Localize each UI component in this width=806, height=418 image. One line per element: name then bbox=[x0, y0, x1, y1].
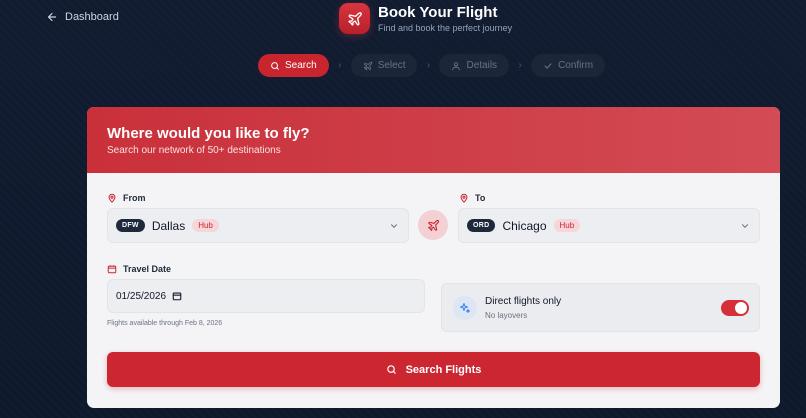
chevron-down-icon bbox=[391, 224, 397, 228]
brand-logo bbox=[339, 3, 370, 34]
search-icon bbox=[386, 365, 396, 374]
card-header: Where would you like to fly? Search our … bbox=[87, 107, 780, 173]
card-title: Where would you like to fly? bbox=[107, 125, 310, 142]
user-icon bbox=[452, 61, 461, 70]
to-label-text: To bbox=[475, 193, 486, 203]
travel-date-label: Travel Date bbox=[107, 264, 171, 274]
chevron-down-icon bbox=[742, 224, 748, 228]
calendar-icon[interactable] bbox=[172, 291, 182, 301]
travel-date-value: 01/25/2026 bbox=[116, 290, 167, 302]
step-details[interactable]: Details bbox=[439, 54, 510, 77]
map-pin-icon bbox=[108, 193, 116, 203]
step-label: Details bbox=[466, 60, 498, 71]
calendar-icon bbox=[107, 265, 117, 274]
direct-flights-toggle[interactable] bbox=[721, 300, 749, 316]
step-label: Confirm bbox=[558, 60, 594, 71]
to-city: Chicago bbox=[502, 218, 547, 233]
chevron-right-icon: › bbox=[518, 60, 522, 71]
step-search[interactable]: Search bbox=[258, 54, 329, 77]
step-confirm[interactable]: Confirm bbox=[531, 54, 606, 77]
page-subtitle: Find and book the perfect journey bbox=[378, 22, 513, 33]
hub-badge: Hub bbox=[553, 219, 581, 232]
search-icon bbox=[271, 61, 279, 70]
airport-code-badge: DFW bbox=[116, 219, 145, 232]
booking-stepper: Search › Select › Details › Confirm bbox=[258, 54, 606, 77]
step-label: Search bbox=[285, 60, 317, 71]
back-link-label: Dashboard bbox=[65, 11, 119, 23]
step-select[interactable]: Select bbox=[350, 54, 418, 77]
travel-date-label-text: Travel Date bbox=[123, 264, 172, 274]
card-subtitle: Search our network of 50+ destinations bbox=[107, 145, 281, 156]
date-availability-hint: Flights available through Feb 8, 2026 bbox=[107, 320, 223, 327]
to-select[interactable]: ORD Chicago Hub bbox=[458, 208, 760, 243]
direct-flights-title: Direct flights only bbox=[485, 296, 562, 307]
to-label: To bbox=[459, 193, 485, 203]
step-label: Select bbox=[377, 60, 406, 71]
airport-code-badge: ORD bbox=[467, 219, 496, 232]
swap-airports-button[interactable] bbox=[418, 210, 448, 240]
search-flights-label: Search Flights bbox=[405, 363, 482, 376]
direct-flights-subtitle: No layovers bbox=[485, 311, 528, 320]
direct-flights-option: Direct flights only No layovers bbox=[441, 283, 760, 332]
travel-date-input[interactable]: 01/25/2026 bbox=[107, 279, 425, 313]
hub-badge: Hub bbox=[192, 219, 219, 232]
arrow-left-icon bbox=[47, 12, 57, 22]
page-title: Book Your Flight bbox=[378, 3, 498, 21]
chevron-right-icon: › bbox=[426, 60, 431, 71]
back-to-dashboard-link[interactable]: Dashboard bbox=[46, 11, 119, 23]
sparkles-icon bbox=[453, 296, 477, 320]
brand-header: Book Your Flight Find and book the perfe… bbox=[339, 3, 512, 34]
plane-icon bbox=[363, 61, 372, 70]
check-icon bbox=[544, 62, 552, 69]
chevron-right-icon: › bbox=[338, 60, 342, 71]
from-select[interactable]: DFW Dallas Hub bbox=[107, 208, 409, 243]
from-label: From bbox=[107, 193, 146, 203]
plane-swap-icon bbox=[427, 219, 439, 231]
flight-search-card: Where would you like to fly? Search our … bbox=[87, 107, 780, 408]
map-pin-icon bbox=[460, 193, 468, 203]
search-flights-button[interactable]: Search Flights bbox=[107, 352, 760, 387]
plane-icon bbox=[347, 11, 362, 26]
toggle-knob bbox=[735, 302, 747, 314]
from-city: Dallas bbox=[151, 218, 186, 233]
from-label-text: From bbox=[123, 193, 146, 203]
